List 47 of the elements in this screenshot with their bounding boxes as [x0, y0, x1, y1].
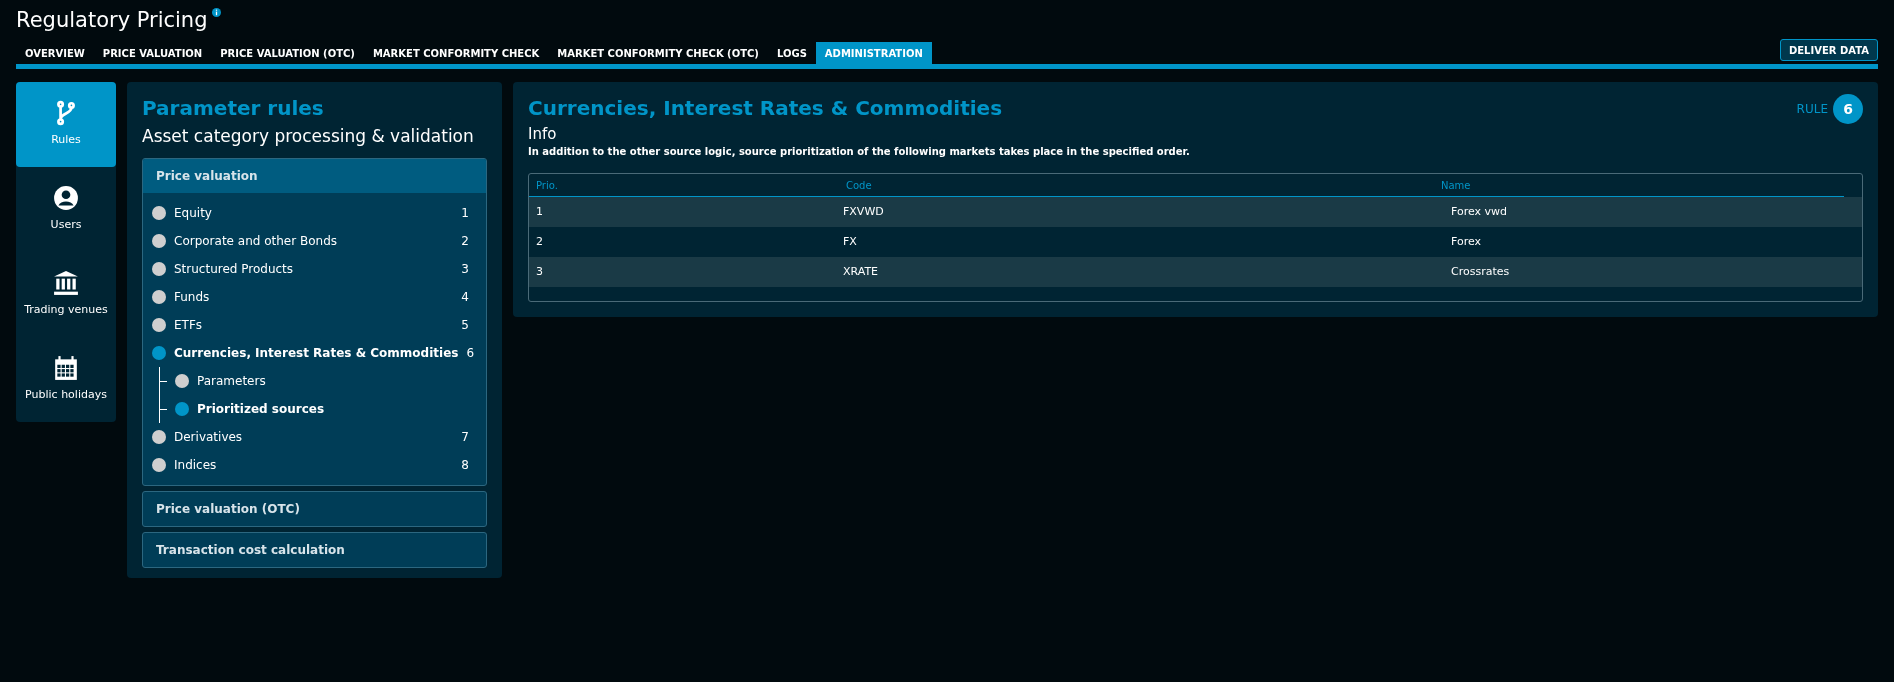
table-cell-text: 2 — [535, 233, 544, 250]
rule-item[interactable]: Funds 4 — [152, 283, 477, 311]
rule-item[interactable]: Corporate and other Bonds 2 — [152, 227, 477, 255]
rule-subitem[interactable]: Prioritized sources — [160, 395, 477, 423]
nav-tab[interactable]: PRICE VALUATION — [93, 42, 212, 64]
accordion-header[interactable]: Transaction cost calculation — [143, 533, 486, 567]
nav-tab[interactable]: LOGS — [767, 42, 816, 64]
info-heading: Info — [528, 124, 558, 144]
column-header: Prio. — [535, 178, 559, 193]
column-header: Code — [845, 178, 873, 193]
accordion-header[interactable]: Price valuation — [143, 159, 486, 193]
nav-tab[interactable]: MARKET CONFORMITY CHECK — [363, 42, 549, 64]
deliver-data-button[interactable]: DELIVER DATA — [1779, 39, 1878, 61]
rule-item[interactable]: Equity 1 — [152, 199, 477, 227]
table-cell-text: FXVWD — [842, 203, 885, 220]
rule-label: RULE — [1796, 101, 1828, 118]
detail-title: Currencies, Interest Rates & Commodities — [528, 95, 1003, 122]
rule-number-badge: 6 — [1833, 94, 1863, 124]
app-title: Regulatory Pricing — [16, 7, 208, 34]
side-nav-item[interactable]: Users — [16, 167, 116, 252]
rule-item[interactable]: Derivatives 7 — [152, 423, 477, 451]
table-cell-text: XRATE — [842, 263, 880, 280]
nav-tab[interactable]: PRICE VALUATION (OTC) — [211, 42, 364, 64]
table-cell-text: 1 — [535, 203, 544, 220]
user-icon — [53, 185, 79, 212]
nav-tab[interactable]: OVERVIEW — [16, 42, 94, 64]
info-text: In addition to the other source logic, source prioritization of the following markets takes place in the specified order. — [528, 145, 1191, 159]
panel-subtitle: Asset category processing & validation — [142, 125, 475, 148]
bank-icon — [53, 270, 79, 297]
table-cell-text: Forex — [1450, 233, 1483, 250]
table-cell-text: Crossrates — [1450, 263, 1511, 280]
panel-title: Parameter rules — [142, 95, 325, 122]
info-icon — [211, 8, 221, 17]
rule-subitem[interactable]: Parameters — [160, 367, 477, 395]
column-header: Name — [1440, 178, 1472, 193]
table-cell-text: FX — [842, 233, 858, 250]
rule-item[interactable]: Currencies, Interest Rates & Commodities 6 — [152, 339, 477, 367]
rule-item[interactable]: Structured Products 3 — [152, 255, 477, 283]
rule-item[interactable]: Indices 8 — [152, 451, 477, 479]
nav-tab[interactable]: MARKET CONFORMITY CHECK (OTC) — [548, 42, 768, 64]
calendar-icon — [53, 355, 79, 382]
rule-item[interactable]: ETFs 5 — [152, 311, 477, 339]
table-cell-text: 3 — [535, 263, 544, 280]
side-nav-item[interactable]: Public holidays — [16, 337, 116, 422]
table-cell-text: Forex vwd — [1450, 203, 1508, 220]
accordion-header[interactable]: Price valuation (OTC) — [143, 492, 486, 526]
side-nav-item[interactable]: Trading venues — [16, 252, 116, 337]
